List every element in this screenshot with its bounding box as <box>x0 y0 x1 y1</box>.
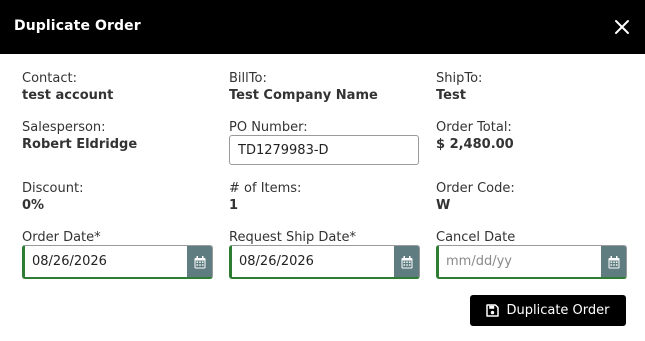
po-number-label: PO Number: <box>229 120 308 135</box>
order-code-field: Order Code: W <box>436 181 515 214</box>
calendar-icon <box>401 255 412 268</box>
discount-value: 0% <box>22 198 45 213</box>
order-date-calendar-button[interactable] <box>187 246 212 277</box>
ship-to-label: ShipTo: <box>436 71 483 86</box>
order-total-label: Order Total: <box>436 120 512 135</box>
cancel-date-calendar-button[interactable] <box>601 246 626 277</box>
dialog-title: Duplicate Order <box>14 18 141 34</box>
ship-to-field: ShipTo: Test <box>436 71 482 104</box>
bill-to-label: BillTo: <box>229 71 267 86</box>
calendar-icon <box>608 255 619 268</box>
order-total-value: $ 2,480.00 <box>436 137 514 152</box>
cancel-date-label: Cancel Date <box>436 230 516 245</box>
duplicate-order-button[interactable]: Duplicate Order <box>470 295 626 326</box>
order-total-field: Order Total: $ 2,480.00 <box>436 120 514 153</box>
duplicate-order-button-label: Duplicate Order <box>506 303 610 318</box>
save-icon <box>486 304 500 317</box>
bill-to-value: Test Company Name <box>229 88 378 103</box>
order-date-label: Order Date* <box>22 230 101 245</box>
dialog-header: Duplicate Order <box>0 0 645 54</box>
po-number-input[interactable] <box>229 135 419 165</box>
bill-to-field: BillTo: Test Company Name <box>229 71 378 104</box>
contact-value: test account <box>22 88 114 103</box>
duplicate-order-dialog: Duplicate Order Contact: test account Bi… <box>0 0 645 341</box>
request-ship-date-input[interactable] <box>232 246 392 277</box>
num-items-label: # of Items: <box>229 181 302 196</box>
salesperson-label: Salesperson: <box>22 120 106 135</box>
request-ship-date-picker <box>229 245 420 279</box>
ship-to-value: Test <box>436 88 466 103</box>
order-code-label: Order Code: <box>436 181 515 196</box>
salesperson-value: Robert Eldridge <box>22 137 138 152</box>
order-code-value: W <box>436 198 451 213</box>
num-items-value: 1 <box>229 198 239 213</box>
cancel-date-input[interactable] <box>439 246 599 277</box>
num-items-field: # of Items: 1 <box>229 181 301 214</box>
order-date-picker <box>22 245 213 279</box>
contact-field: Contact: test account <box>22 71 113 104</box>
order-date-input[interactable] <box>25 246 185 277</box>
po-number-field: PO Number: <box>229 120 308 136</box>
request-ship-date-calendar-button[interactable] <box>394 246 419 277</box>
cancel-date-picker <box>436 245 627 279</box>
request-ship-date-label: Request Ship Date* <box>229 230 356 245</box>
salesperson-field: Salesperson: Robert Eldridge <box>22 120 137 153</box>
discount-label: Discount: <box>22 181 84 196</box>
discount-field: Discount: 0% <box>22 181 83 214</box>
contact-label: Contact: <box>22 71 77 86</box>
close-icon[interactable] <box>612 17 632 37</box>
calendar-icon <box>194 255 205 268</box>
